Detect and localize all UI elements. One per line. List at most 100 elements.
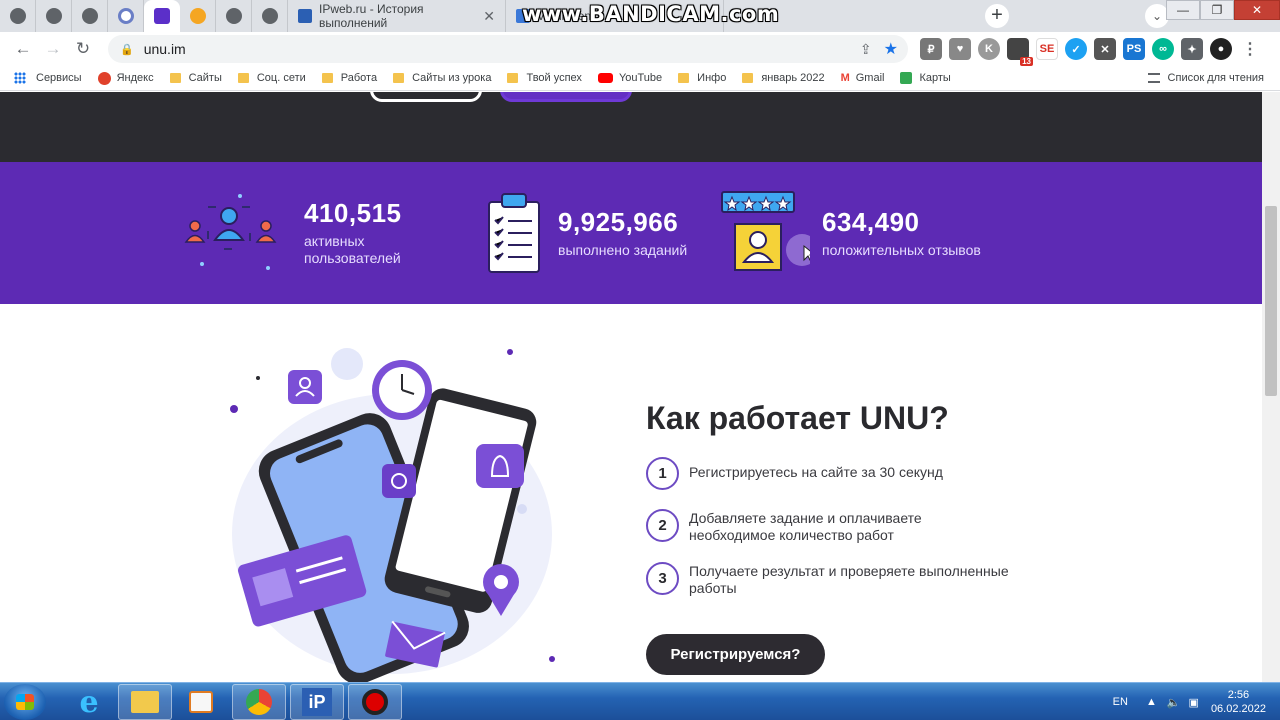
tray-expand-icon[interactable]: ▲ [1146,696,1157,708]
taskbar-ipweb[interactable]: iP [290,684,344,720]
bookmark-folder[interactable]: Работа [321,72,377,84]
system-tray: EN ▲ 🔈 ▣ 2:56 06.02.2022 [1113,683,1266,720]
taskbar-explorer[interactable] [118,684,172,720]
new-tab-button[interactable]: + [985,4,1009,28]
stat-active-users: 410,515 активных пользователей [182,192,401,272]
share-icon[interactable]: ⇪ [860,41,872,58]
bookmark-yandex[interactable]: Яндекс [97,71,154,85]
speaker-icon[interactable]: 🔈 [1167,696,1181,709]
pinned-tab[interactable] [252,0,288,32]
folder-icon [507,73,519,83]
stat-value: 634,490 [822,207,920,237]
hero-button-filled[interactable] [500,92,632,102]
lock-icon[interactable]: 🔒 [120,43,134,56]
step-1: 1 Регистрируетесь на сайте за 30 секунд [646,457,1009,490]
register-button[interactable]: Регистрируемся? [646,634,825,675]
bookmark-label: Карты [919,72,951,84]
how-it-works-section: Как работает UNU? 1 Регистрируетесь на с… [0,304,1262,682]
bookmark-maps[interactable]: Карты [900,72,951,84]
taskbar-chrome[interactable] [232,684,286,720]
close-icon[interactable]: ✕ [475,8,495,25]
window-controls: — ❐ ✕ [1166,0,1280,20]
ruble-extension-icon[interactable]: ₽ [920,38,942,60]
bookmark-label: Твой успех [526,72,582,84]
bookmark-star-icon[interactable]: ★ [884,39,898,59]
bookmark-gmail[interactable]: M Gmail [841,72,885,84]
network-icon[interactable]: ▣ [1189,696,1199,709]
bookmark-folder[interactable]: январь 2022 [742,72,825,84]
record-icon [362,689,388,715]
bookmark-label: Соц. сети [256,72,306,84]
reading-list-label: Список для чтения [1167,72,1264,84]
rating-review-icon [721,191,810,271]
menu-kebab-icon[interactable]: ⋮ [1239,38,1261,60]
pinned-tab[interactable] [0,0,36,32]
heart-extension-icon[interactable]: ♥ [949,38,971,60]
pinned-tab[interactable] [72,0,108,32]
calendar-extension-icon[interactable]: 13 [1007,38,1033,66]
stat-label: пользователей [304,249,401,266]
ps-extension-icon[interactable]: PS [1123,38,1145,60]
target-icon [117,8,134,24]
bookmark-label: Сервисы [36,72,82,84]
close-window-button[interactable]: ✕ [1234,0,1280,20]
windows-taskbar: e iP EN ▲ 🔈 ▣ 2:56 06.02.2022 [0,682,1280,720]
profile-avatar[interactable]: ● [1210,38,1232,60]
pinned-tab[interactable] [216,0,252,32]
address-bar[interactable]: 🔒 unu.im ⇪ ★ [108,35,908,63]
bookmark-folder[interactable]: Сайты [169,72,222,84]
bookmark-services[interactable]: Сервисы [14,72,82,84]
se-extension-icon[interactable]: SE [1036,38,1058,60]
start-button[interactable] [4,684,46,720]
bookmark-label: Сайты [188,72,222,84]
pinned-tab[interactable] [108,0,144,32]
globe-icon [81,8,98,24]
bookmark-folder[interactable]: Соц. сети [237,72,306,84]
forward-arrow-icon[interactable]: → [38,39,68,59]
hero-section [0,92,1262,162]
ipweb-app-icon: iP [302,688,332,716]
taskbar-media-player[interactable] [174,684,228,720]
maximize-button[interactable]: ❐ [1200,0,1234,20]
url-text[interactable]: unu.im [144,41,186,57]
back-arrow-icon[interactable]: ← [8,39,38,59]
ipweb-icon [298,9,312,23]
apps-grid-icon [14,72,26,84]
folder-icon [321,73,333,83]
step-number: 2 [646,509,679,542]
page-scrollbar[interactable] [1262,92,1280,682]
stat-completed-tasks: 9,925,966 выполнено заданий [486,192,687,274]
stat-label: положительных отзывов [822,242,981,258]
k-extension-icon[interactable]: K [978,38,1000,60]
reading-list-button[interactable]: Список для чтения [1147,72,1264,84]
taskbar-bandicam[interactable] [348,684,402,720]
folder-icon [131,691,159,713]
grammarly-extension-icon[interactable]: ∞ [1152,38,1174,60]
bookmark-label: январь 2022 [761,72,825,84]
language-indicator[interactable]: EN [1113,696,1128,708]
reload-icon[interactable]: ↻ [68,39,98,59]
hero-button-outline[interactable] [370,92,482,102]
taskbar-ie[interactable]: e [62,684,116,720]
scrollbar-thumb[interactable] [1265,206,1277,396]
check-extension-icon[interactable]: ✓ [1065,38,1087,60]
bookmark-folder[interactable]: Сайты из урока [393,72,491,84]
step-text: Добавляете задание и оплачиваете необход… [689,510,922,543]
folder-icon [393,73,405,83]
unu-logo-icon [154,8,170,24]
pinned-tab[interactable] [180,0,216,32]
puzzle-extensions-icon[interactable]: ✦ [1181,38,1203,60]
clock[interactable]: 2:56 06.02.2022 [1211,688,1266,716]
stat-value: 410,515 [304,197,402,228]
cross-tools-extension-icon[interactable]: ✕ [1094,38,1116,60]
bookmark-youtube[interactable]: YouTube [597,72,662,84]
stat-label: выполнено заданий [558,242,688,258]
minimize-button[interactable]: — [1166,0,1200,20]
tab-ipweb[interactable]: IPweb.ru - История выполнений ✕ [288,0,506,32]
pinned-tab[interactable] [36,0,72,32]
bookmark-folder[interactable]: Инфо [678,72,726,84]
bookmark-folder[interactable]: Твой успех [507,72,582,84]
globe-icon [45,8,62,24]
step-text: Получаете результат и проверяете выполне… [689,563,1009,596]
pinned-tab-active-unu[interactable] [144,0,180,32]
